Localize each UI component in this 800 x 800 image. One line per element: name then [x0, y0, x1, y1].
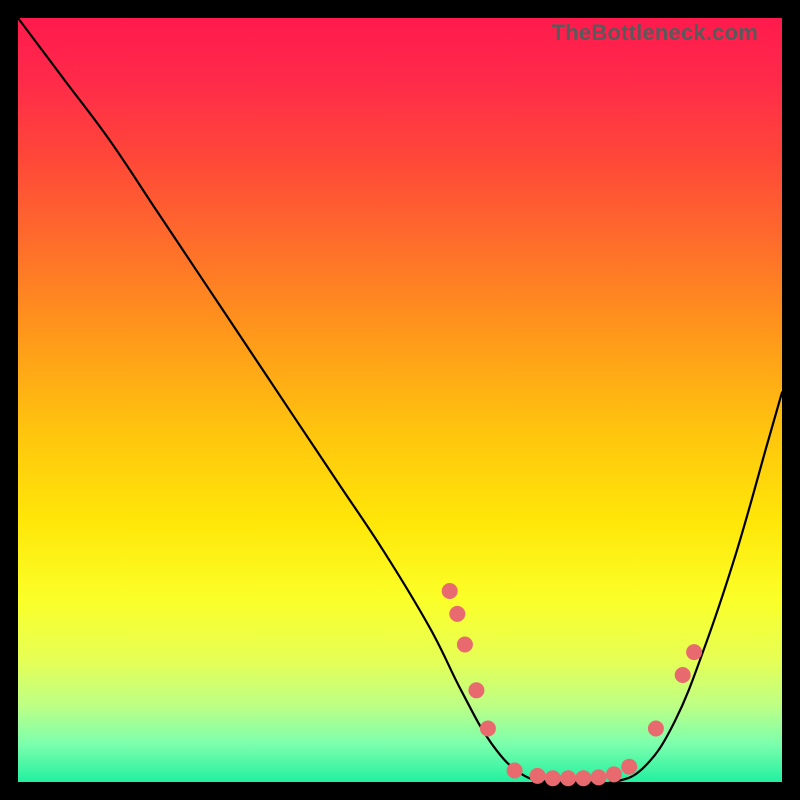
data-point	[480, 721, 496, 737]
chart-frame: TheBottleneck.com	[0, 0, 800, 800]
data-point	[575, 770, 591, 786]
data-point	[675, 667, 691, 683]
data-point	[530, 768, 546, 784]
data-point	[621, 759, 637, 775]
data-point	[648, 721, 664, 737]
curve-layer	[18, 18, 782, 782]
data-point	[545, 770, 561, 786]
data-point	[591, 769, 607, 785]
data-point	[442, 583, 458, 599]
data-point	[449, 606, 465, 622]
data-point	[468, 682, 484, 698]
data-point	[507, 763, 523, 779]
bottleneck-curve	[18, 18, 782, 783]
data-point	[457, 637, 473, 653]
data-point	[606, 766, 622, 782]
plot-area: TheBottleneck.com	[18, 18, 782, 782]
data-point	[686, 644, 702, 660]
data-point	[560, 770, 576, 786]
highlighted-points	[442, 583, 702, 786]
